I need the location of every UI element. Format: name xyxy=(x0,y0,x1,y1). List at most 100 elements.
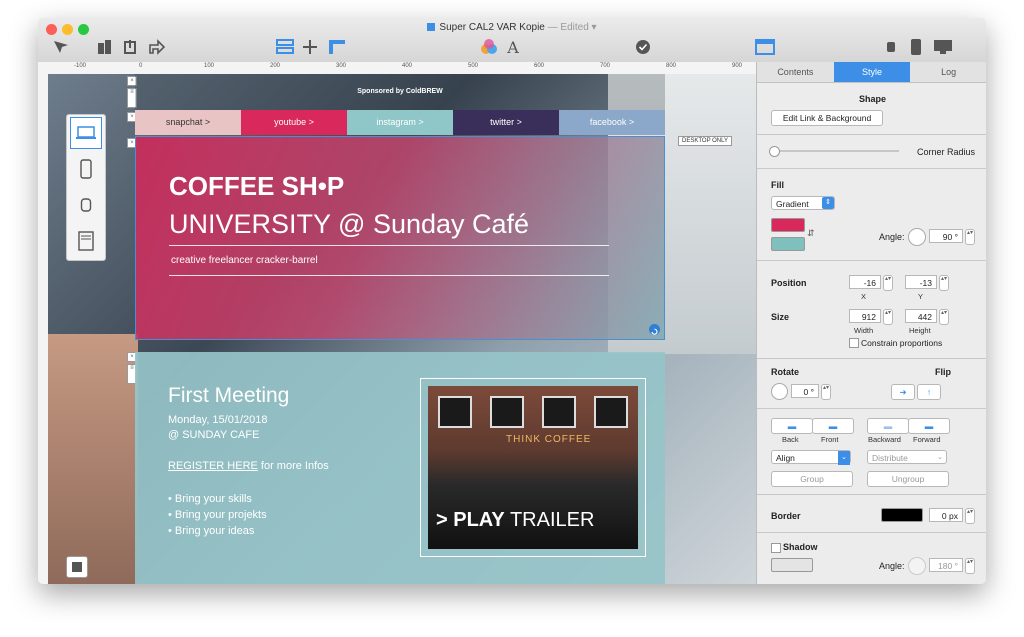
fill-angle-stepper[interactable]: ▴▾ xyxy=(965,229,975,245)
position-label: Position xyxy=(771,278,807,288)
width-stepper[interactable]: ▴▾ xyxy=(883,309,893,325)
border-color-swatch[interactable] xyxy=(881,508,923,522)
distribute-select[interactable]: Distribute ⌄ xyxy=(867,450,947,464)
design-canvas[interactable]: × ≡ × × × ≡ Sponsored by ColdBREW snapch… xyxy=(48,74,756,584)
tab-contents[interactable]: Contents xyxy=(757,62,834,82)
shadow-angle-dial[interactable] xyxy=(908,557,926,575)
swap-colors-icon[interactable]: ⇵ xyxy=(807,228,815,239)
bring-forward-icon[interactable]: ▬ xyxy=(908,418,950,434)
hero-section[interactable]: COFFEE SH•P UNIVERSITY @ Sunday Café cre… xyxy=(135,136,665,340)
import-icon[interactable] xyxy=(120,36,140,58)
page-device-icon[interactable] xyxy=(70,225,102,257)
ruler-icon[interactable] xyxy=(326,36,348,58)
watch-device-icon[interactable] xyxy=(70,189,102,221)
shadow-angle-input[interactable]: 180 ° xyxy=(929,558,963,572)
document-title: Super CAL2 VAR Kopie xyxy=(439,22,545,33)
distribute-value: Distribute xyxy=(872,453,908,463)
border-width-stepper[interactable]: ▴▾ xyxy=(965,508,975,524)
checkmark-icon[interactable] xyxy=(634,36,652,58)
bring-front-icon[interactable]: ▬ xyxy=(812,418,854,434)
align-select[interactable]: Align ⌄ xyxy=(771,450,851,465)
position-y-stepper[interactable]: ▴▾ xyxy=(939,275,949,291)
crosshair-icon[interactable] xyxy=(300,36,320,58)
play-label-rest: TRAILER xyxy=(504,509,595,531)
divider xyxy=(169,245,609,246)
share-icon[interactable] xyxy=(146,36,168,58)
ruler-tick: 500 xyxy=(468,63,479,69)
rotate-dial[interactable] xyxy=(771,383,788,400)
list-item: • Bring your projekts xyxy=(168,509,267,521)
corner-radius-slider[interactable] xyxy=(771,150,899,152)
inspector-tabs: Contents Style Log xyxy=(757,62,986,83)
divider xyxy=(169,275,609,276)
phone-preview-icon[interactable] xyxy=(908,36,924,58)
width-input[interactable]: 912 xyxy=(849,309,881,323)
fill-type-select[interactable]: Gradient ⇕ xyxy=(771,196,835,210)
corner-radius-knob[interactable] xyxy=(769,146,780,157)
send-back-icon[interactable]: ▬ xyxy=(771,418,813,434)
shadow-checkbox[interactable] xyxy=(771,543,781,553)
watch-preview-icon[interactable] xyxy=(884,36,898,58)
nav-item-twitter[interactable]: twitter > xyxy=(453,110,559,135)
meeting-section[interactable]: First Meeting Monday, 15/01/2018 @ SUNDA… xyxy=(135,352,665,584)
rotate-input[interactable]: 0 ° xyxy=(791,384,819,398)
meeting-title: First Meeting xyxy=(168,384,290,407)
inspector-panel-icon[interactable] xyxy=(754,36,776,58)
tab-style[interactable]: Style xyxy=(833,62,911,82)
pointer-tool-icon[interactable] xyxy=(50,36,72,58)
text-tool-icon[interactable]: A xyxy=(504,36,522,58)
height-input[interactable]: 442 xyxy=(905,309,937,323)
play-trailer-label[interactable]: > PLAY TRAILER xyxy=(436,509,594,532)
size-label: Size xyxy=(771,312,790,322)
trailer-video[interactable]: THINK COFFEE > PLAY TRAILER xyxy=(420,378,646,557)
layout-icon[interactable] xyxy=(274,36,296,58)
ruler-tick: 200 xyxy=(270,63,281,69)
gradient-color-start[interactable] xyxy=(771,218,805,232)
position-y-input[interactable]: -13 xyxy=(905,275,937,289)
page-corner-icon[interactable] xyxy=(66,556,88,578)
height-stepper[interactable]: ▴▾ xyxy=(939,309,949,325)
x-label: X xyxy=(861,292,867,301)
fill-angle-input[interactable]: 90 ° xyxy=(929,229,963,243)
flip-label: Flip xyxy=(935,367,951,377)
constrain-checkbox[interactable] xyxy=(849,338,859,348)
inspector-panel: Contents Style Log Shape Edit Link & Bac… xyxy=(756,62,986,584)
flip-horizontal-icon[interactable]: ➜ xyxy=(891,384,915,400)
building-icon[interactable] xyxy=(94,36,114,58)
constrain-label: Constrain proportions xyxy=(861,338,943,348)
background-photo-hand xyxy=(48,334,138,584)
titlebar: Super CAL2 VAR Kopie — Edited ▾ A xyxy=(38,18,986,63)
ruler-tick: 100 xyxy=(204,63,215,69)
laptop-device-icon[interactable] xyxy=(70,117,102,149)
flip-vertical-icon[interactable]: ↑ xyxy=(917,384,941,400)
sponsor-banner[interactable]: Sponsored by ColdBREW xyxy=(135,74,665,110)
refresh-icon[interactable] xyxy=(649,324,660,335)
group-button[interactable]: Group xyxy=(771,471,853,487)
nav-item-instagram[interactable]: instagram > xyxy=(347,110,453,135)
nav-item-youtube[interactable]: youtube > xyxy=(241,110,347,135)
shadow-angle-stepper[interactable]: ▴▾ xyxy=(965,558,975,574)
shadow-label: Shadow xyxy=(783,542,818,552)
gradient-color-end[interactable] xyxy=(771,237,805,251)
register-suffix: for more Infos xyxy=(257,460,329,472)
angle-dial[interactable] xyxy=(908,228,926,246)
chevron-down-icon: ⇕ xyxy=(822,197,834,209)
window-title: Super CAL2 VAR Kopie — Edited ▾ xyxy=(38,22,986,33)
color-picker-icon[interactable] xyxy=(478,36,500,58)
ungroup-button[interactable]: Ungroup xyxy=(867,471,949,487)
nav-item-snapchat[interactable]: snapchat > xyxy=(135,110,241,135)
send-backward-icon[interactable]: ▬ xyxy=(867,418,909,434)
position-x-input[interactable]: -16 xyxy=(849,275,881,289)
desktop-preview-icon[interactable] xyxy=(932,36,954,58)
border-width-input[interactable]: 0 px xyxy=(929,508,963,522)
shadow-color-swatch[interactable] xyxy=(771,558,813,572)
document-icon xyxy=(427,23,436,31)
rotate-stepper[interactable]: ▴▾ xyxy=(821,384,831,400)
position-x-stepper[interactable]: ▴▾ xyxy=(883,275,893,291)
register-link[interactable]: REGISTER HERE xyxy=(168,460,258,472)
tab-log[interactable]: Log xyxy=(910,62,986,82)
nav-item-facebook[interactable]: facebook > xyxy=(559,110,665,135)
fill-label: Fill xyxy=(771,180,784,190)
phone-device-icon[interactable] xyxy=(70,153,102,185)
edit-link-background-button[interactable]: Edit Link & Background xyxy=(771,110,883,126)
